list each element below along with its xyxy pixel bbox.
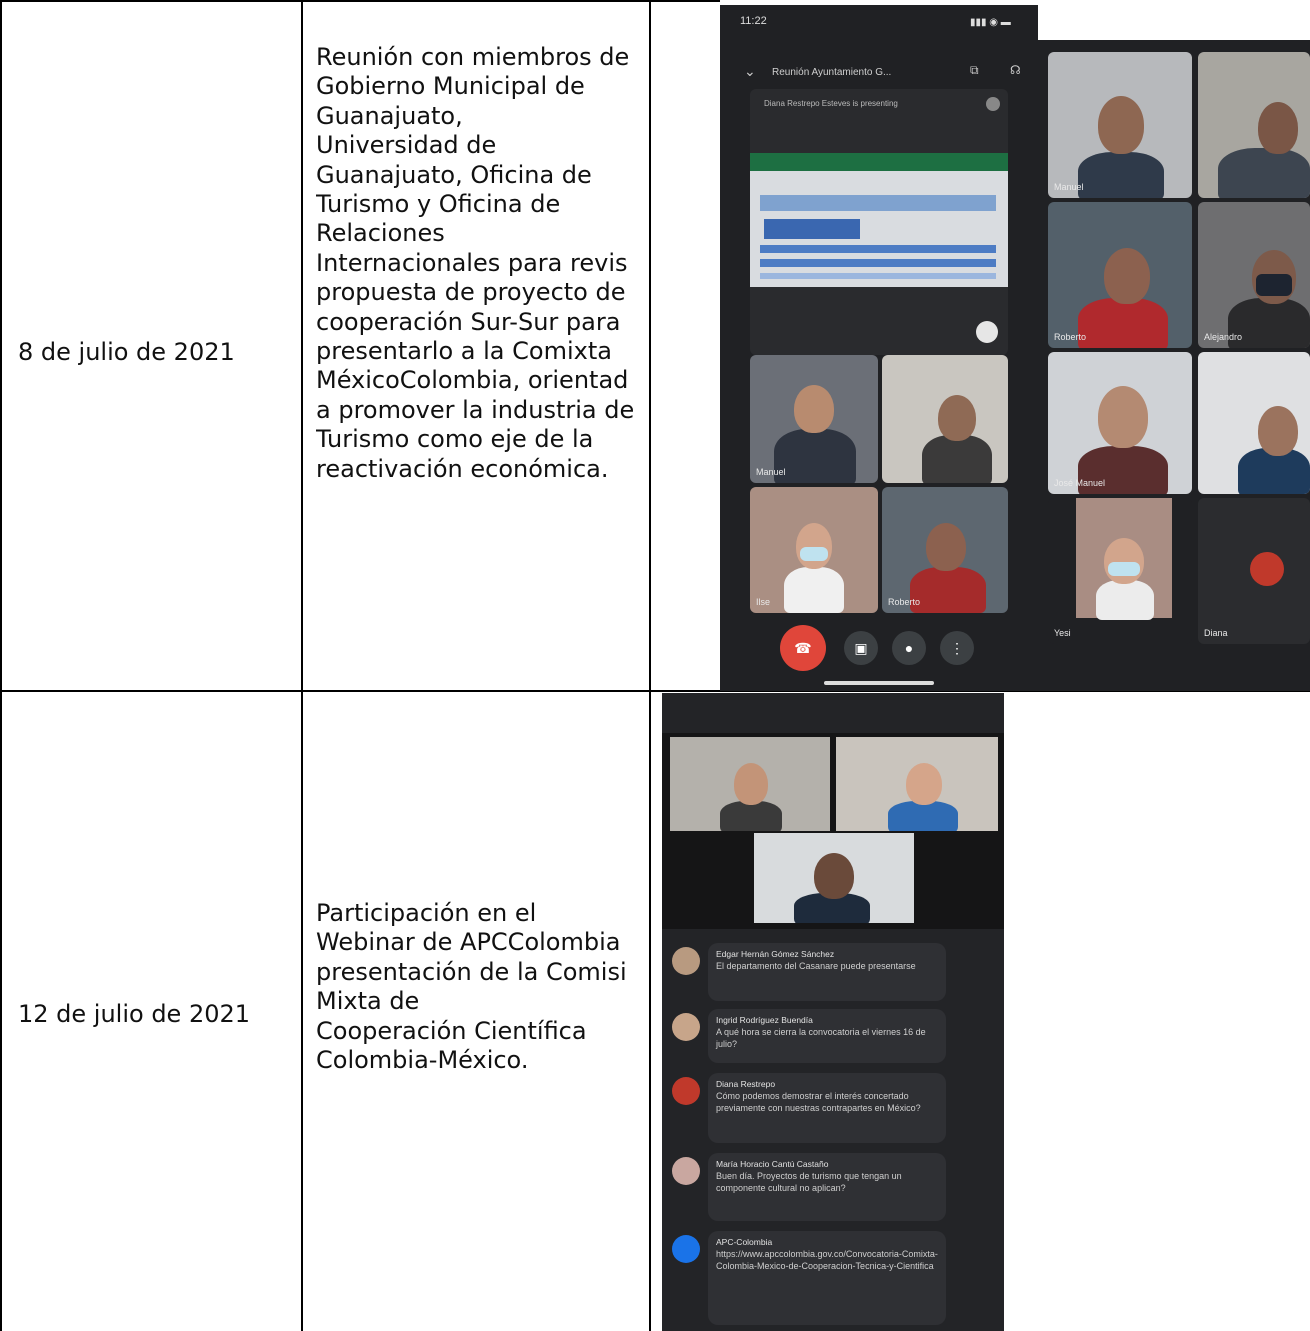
chat-author: Edgar Hernán Gómez Sánchez	[716, 949, 835, 959]
participant-tile: Yesi	[1048, 498, 1192, 644]
meeting-screenshot-gallery: Manuel Roberto Alejandro José Manuel Yes…	[1038, 40, 1310, 691]
description-line: Guanajuato, Oficina de	[316, 160, 592, 189]
chat-author: Ingrid Rodríguez Buendía	[716, 1015, 813, 1025]
participant-tile: Roberto	[882, 487, 1008, 613]
status-time: 11:22	[740, 15, 767, 27]
column-divider-1	[301, 0, 303, 1331]
description-line: Universidad de	[316, 131, 497, 160]
participant-name: José Manuel	[1054, 478, 1106, 488]
participant-name: Manuel	[1054, 182, 1084, 192]
chat-author: María Horacio Cantú Castaño	[716, 1159, 829, 1169]
participant-tile: Alejandro	[1198, 202, 1310, 348]
description-line: Relaciones	[316, 219, 445, 248]
participant-tile	[1198, 352, 1310, 494]
description-line: presentarlo a la Comixta	[316, 337, 612, 366]
audio-icon: ☊	[1010, 63, 1021, 77]
avatar	[672, 1077, 700, 1105]
avatar	[1250, 552, 1284, 586]
participant-tile: Manuel	[750, 355, 878, 483]
row-1-date: 8 de julio de 2021	[18, 338, 235, 366]
participant-tile: Manuel	[1048, 52, 1192, 198]
more-options-icon[interactable]: ⋮	[940, 631, 974, 665]
webinar-screenshot: Edgar Hernán Gómez Sánchez El departamen…	[662, 693, 1004, 1331]
table-left-border	[0, 0, 2, 1331]
camera-toggle-icon[interactable]: ▣	[844, 631, 878, 665]
description-line: propuesta de proyecto de	[316, 278, 626, 307]
participant-name: Roberto	[888, 597, 921, 607]
participant-name: Alejandro	[1204, 332, 1243, 342]
meeting-title: Reunión Ayuntamiento G...	[772, 67, 892, 78]
back-icon: ⌄	[744, 63, 756, 79]
hang-up-button[interactable]: ☎	[780, 625, 826, 671]
participant-tile: Ilse	[750, 487, 878, 613]
chat-author: APC-Colombia	[716, 1237, 773, 1247]
description-line: reactivación económica.	[316, 454, 609, 483]
description-line: Participación en el	[316, 899, 537, 927]
description-line: Reunión con miembros de	[316, 43, 630, 71]
description-line: Turismo como eje de la	[316, 425, 594, 454]
avatar	[672, 947, 700, 975]
description-line: Webinar de APCColombia	[316, 928, 621, 957]
chat-text: El departamento del Casanare puede prese…	[716, 961, 916, 971]
home-indicator	[824, 681, 934, 685]
description-line: MéxicoColombia, orientad	[316, 366, 629, 395]
description-line: a promover la industria de	[316, 395, 635, 424]
row-2-date: 12 de julio de 2021	[18, 1000, 251, 1028]
meeting-screenshot-phone: 11:22 ▮▮▮ ◉ ▬ Reunión Ayuntamiento G... …	[720, 5, 1038, 691]
participant-tile	[670, 737, 830, 831]
row-1-description: Reunión con miembros de Gobierno Municip…	[316, 43, 650, 484]
participant-name: Ilse	[756, 597, 771, 607]
chat-author: Diana Restrepo	[716, 1079, 776, 1089]
chat-message: Diana Restrepo Cómo podemos demostrar el…	[672, 1073, 946, 1145]
participant-tile	[1198, 52, 1310, 198]
chat-message: María Horacio Cantú Castaño Buen día. Pr…	[672, 1153, 946, 1223]
microphone-toggle-icon[interactable]: ●	[892, 631, 926, 665]
fullscreen-icon[interactable]	[976, 321, 998, 343]
description-line: Cooperación Científica	[316, 1016, 587, 1045]
chat-text: Cómo podemos demostrar el interés concer…	[716, 1091, 921, 1113]
avatar	[672, 1013, 700, 1041]
description-line: Guanajuato,	[316, 101, 463, 130]
participant-name: Diana	[1204, 628, 1228, 638]
shared-spreadsheet	[750, 153, 1008, 287]
presentation-tile: Diana Restrepo Esteves is presenting	[750, 89, 1008, 355]
chat-text: A qué hora se cierra la convocatoria el …	[716, 1027, 926, 1049]
participant-tile: José Manuel	[1048, 352, 1192, 494]
participant-name: Roberto	[1054, 332, 1087, 342]
participant-tile	[882, 355, 1008, 483]
presenting-banner: Diana Restrepo Esteves is presenting	[764, 99, 898, 108]
chat-message: APC-Colombia https://www.apccolombia.gov…	[672, 1231, 946, 1327]
description-line: Mixta de	[316, 987, 420, 1016]
participant-name: Manuel	[756, 467, 786, 477]
chat-text: Buen día. Proyectos de turismo que tenga…	[716, 1171, 902, 1193]
participant-name: Yesi	[1054, 628, 1071, 638]
participant-tile: Diana	[1198, 498, 1310, 644]
participant-tile: Roberto	[1048, 202, 1192, 348]
avatar	[672, 1235, 700, 1263]
video-grid	[662, 733, 1004, 929]
description-line: presentación de la Comisi	[316, 957, 627, 986]
chat-message: Ingrid Rodríguez Buendía A qué hora se c…	[672, 1009, 946, 1065]
chat-link[interactable]: https://www.apccolombia.gov.co/Convocato…	[716, 1248, 938, 1272]
camera-switch-icon: ⧉	[970, 63, 979, 77]
description-line: Turismo y Oficina de	[316, 190, 561, 219]
description-line: Internacionales para revis	[316, 248, 628, 277]
table-top-border	[0, 0, 720, 2]
description-line: Colombia-México.	[316, 1046, 529, 1075]
row-2-description: Participación en el Webinar de APCColomb…	[316, 899, 650, 1075]
avatar	[672, 1157, 700, 1185]
participant-tile	[754, 833, 914, 923]
description-line: cooperación Sur-Sur para	[316, 307, 621, 336]
participant-tile	[836, 737, 998, 831]
description-line: Gobierno Municipal de	[316, 72, 585, 101]
chat-message: Edgar Hernán Gómez Sánchez El departamen…	[672, 943, 946, 1003]
signal-icon: ▮▮▮ ◉ ▬	[970, 17, 1011, 28]
presenter-icon	[986, 97, 1000, 111]
